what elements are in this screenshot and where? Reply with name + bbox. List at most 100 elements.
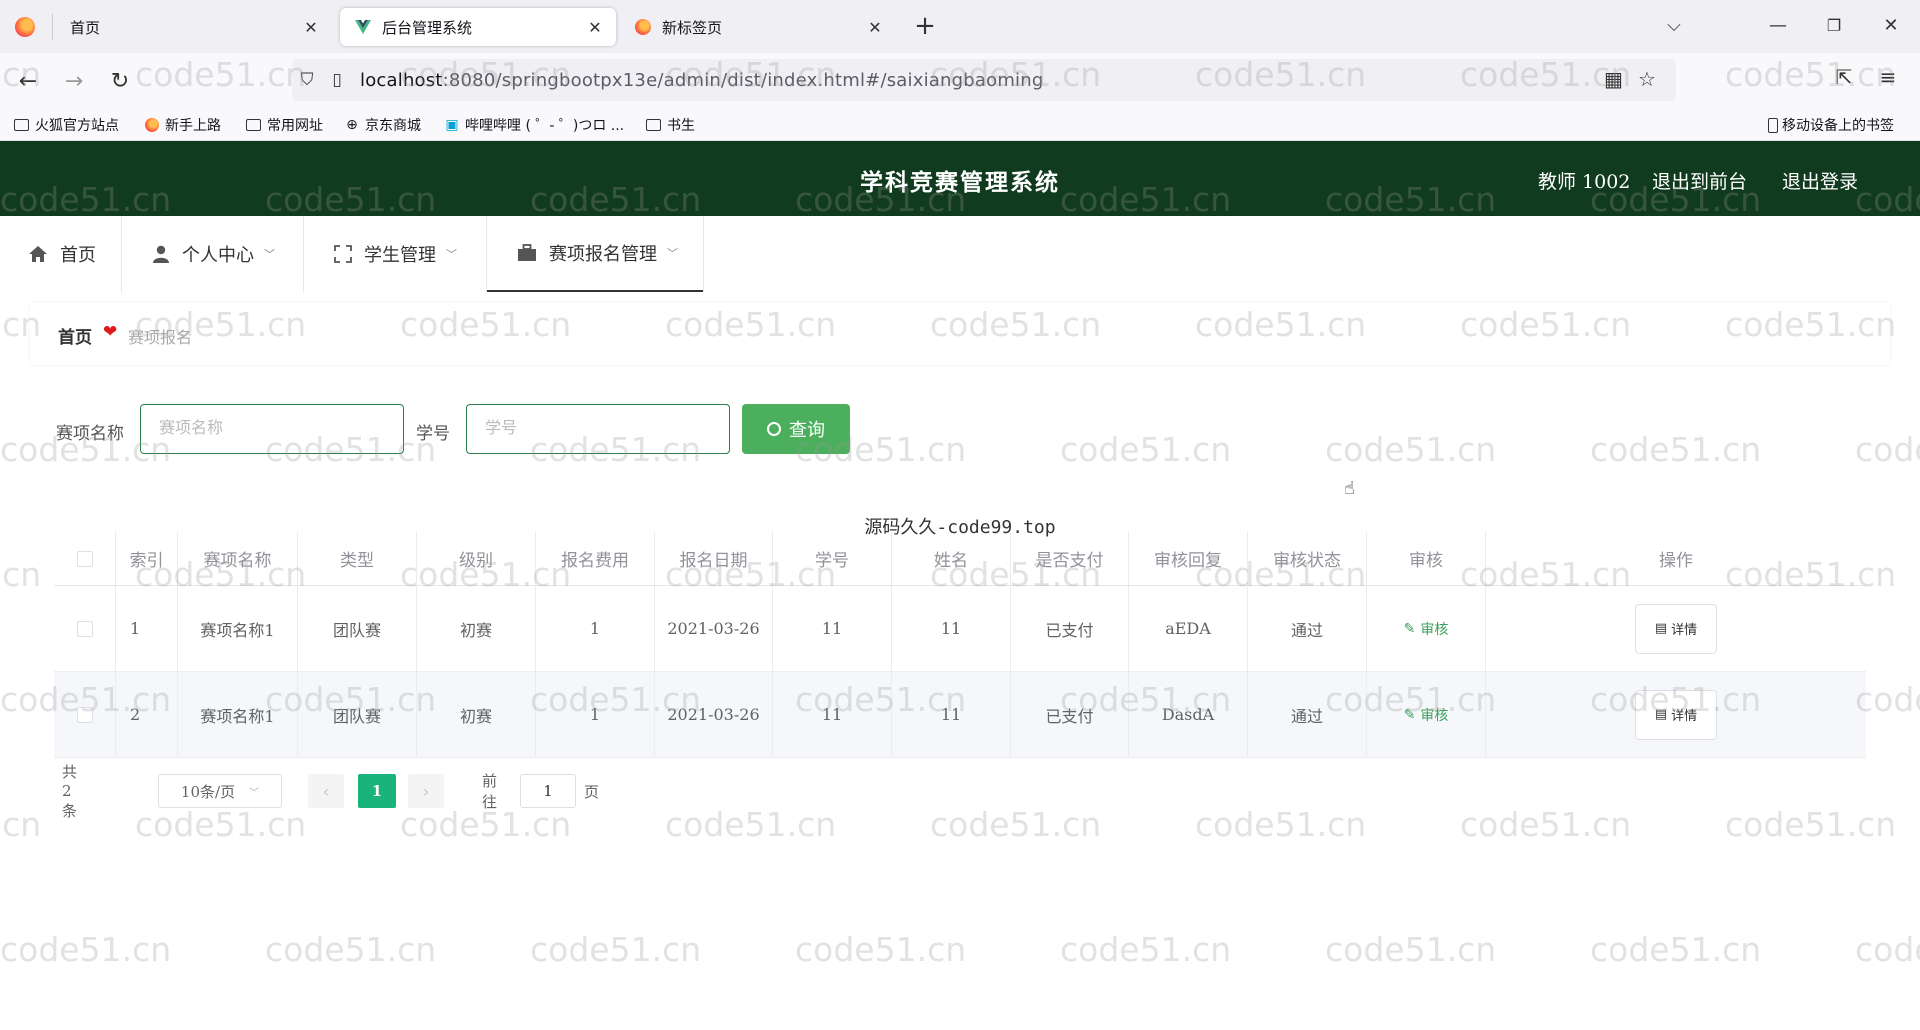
bookmark-star-icon[interactable]: ☆ bbox=[1638, 67, 1656, 91]
tab-new[interactable]: 新标签页 ✕ bbox=[620, 8, 896, 46]
next-page-button[interactable]: › bbox=[408, 774, 444, 808]
restore-icon[interactable]: ❐ bbox=[1819, 12, 1849, 40]
qr-code-icon[interactable]: ▦ bbox=[1604, 67, 1623, 91]
registration-table: 索引 赛项名称 类型 级别 报名费用 报名日期 学号 姓名 是否支付 审核回复 … bbox=[54, 532, 1866, 758]
cell-date: 2021-03-26 bbox=[655, 586, 773, 671]
prev-page-button[interactable]: ‹ bbox=[308, 774, 344, 808]
page-number-current[interactable]: 1 bbox=[358, 774, 396, 808]
main-card: 赛项名称 赛项名称 学号 学号 查询 源码久久-code99.top 索引 赛项… bbox=[30, 380, 1890, 840]
chevron-down-icon: ﹀ bbox=[264, 248, 275, 261]
goto-page-input[interactable]: 1 bbox=[520, 774, 576, 808]
mobile-icon bbox=[1768, 117, 1778, 133]
tab-home[interactable]: 首页 ✕ bbox=[56, 8, 332, 46]
frame-icon bbox=[334, 245, 352, 263]
edit-icon: ✎ bbox=[1403, 620, 1416, 637]
cell-type: 团队赛 bbox=[298, 586, 417, 671]
current-user: 教师 1002 bbox=[1538, 171, 1631, 193]
select-all-checkbox[interactable] bbox=[76, 550, 93, 567]
detail-button[interactable]: ▤ 详情 bbox=[1635, 603, 1717, 654]
column-header[interactable]: 审核状态 bbox=[1248, 532, 1367, 585]
home-icon bbox=[28, 245, 48, 263]
list-tabs-icon[interactable]: ⌵ bbox=[1659, 12, 1689, 40]
column-header[interactable]: 学号 bbox=[773, 532, 892, 585]
watermark-text: code51.cn bbox=[1590, 930, 1762, 969]
column-header[interactable]: 赛项名称 bbox=[178, 532, 298, 585]
heart-icon: ❤ bbox=[103, 322, 118, 342]
search-button[interactable]: 查询 bbox=[742, 404, 850, 454]
column-header[interactable]: 索引 bbox=[116, 532, 178, 585]
hand-cursor-icon: ☝ bbox=[1344, 478, 1355, 499]
column-header[interactable]: 是否支付 bbox=[1011, 532, 1129, 585]
globe-icon: ⊕ bbox=[346, 117, 358, 133]
bookmark-item[interactable]: 火狐官方站点 bbox=[14, 115, 119, 135]
bookmarks-bar: 火狐官方站点 新手上路 常用网址 ⊕ 京东商城 ▣ 哔哩哔哩 ( ゜- ゜)つロ .… bbox=[0, 109, 1920, 141]
watermark-text: code51.cn bbox=[1325, 930, 1497, 969]
tab-admin[interactable]: 后台管理系统 ✕ bbox=[340, 8, 616, 46]
cell-event-name: 赛项名称1 bbox=[178, 586, 298, 671]
url-bar[interactable]: ⛉ ▯ localhost:8080/springbootpx13e/admin… bbox=[292, 59, 1676, 101]
column-header[interactable]: 类型 bbox=[298, 532, 417, 585]
cell-fee: 1 bbox=[536, 586, 655, 671]
column-header[interactable]: 报名费用 bbox=[536, 532, 655, 585]
cell-level: 初赛 bbox=[417, 586, 536, 671]
bookmark-item[interactable]: ⊕ 京东商城 bbox=[344, 115, 421, 135]
column-header[interactable]: 审核回复 bbox=[1129, 532, 1248, 585]
bookmark-item[interactable]: 常用网址 bbox=[246, 115, 323, 135]
menu-item-home[interactable]: 首页 bbox=[28, 216, 96, 292]
url-text[interactable]: localhost:8080/springbootpx13e/admin/dis… bbox=[360, 70, 1044, 91]
close-icon[interactable]: ✕ bbox=[586, 18, 604, 37]
column-header[interactable]: 审核 bbox=[1367, 532, 1486, 585]
new-tab-button[interactable]: + bbox=[910, 12, 940, 40]
extensions-icon[interactable]: ⇱ bbox=[1828, 65, 1860, 89]
column-header[interactable]: 报名日期 bbox=[655, 532, 773, 585]
forward-icon[interactable]: → bbox=[58, 65, 90, 97]
cell-actions: ▤ 详情 bbox=[1486, 586, 1866, 671]
page-size-select[interactable]: 10条/页 ﹀ bbox=[158, 774, 282, 808]
row-select-cell bbox=[54, 672, 116, 757]
row-checkbox[interactable] bbox=[76, 706, 93, 723]
column-header[interactable]: 级别 bbox=[417, 532, 536, 585]
bookmark-item[interactable]: 书生 bbox=[646, 115, 695, 135]
audit-link[interactable]: ✎ 审核 bbox=[1404, 705, 1449, 725]
edit-icon: ✎ bbox=[1403, 706, 1416, 723]
audit-link[interactable]: ✎ 审核 bbox=[1404, 619, 1449, 639]
search-icon bbox=[767, 422, 781, 436]
firefox-menu-button[interactable] bbox=[0, 0, 50, 53]
mobile-bookmarks[interactable]: 移动设备上的书签 bbox=[1768, 115, 1894, 135]
close-icon[interactable]: ✕ bbox=[302, 18, 320, 37]
watermark-text: code51.cn bbox=[0, 930, 172, 969]
cell-event-name: 赛项名称1 bbox=[178, 672, 298, 757]
cell-student-name: 11 bbox=[892, 586, 1011, 671]
app-header: 学科竞赛管理系统 教师 1002 退出到前台 退出登录 bbox=[0, 141, 1920, 216]
id-search-input[interactable]: 学号 bbox=[466, 404, 730, 454]
cell-student-name: 11 bbox=[892, 672, 1011, 757]
main-menu: 首页 个人中心 ﹀ 学生管理 ﹀ 赛项报名管理 ﹀ bbox=[0, 216, 1920, 292]
row-checkbox[interactable] bbox=[76, 620, 93, 637]
menu-item-students[interactable]: 学生管理 ﹀ bbox=[334, 216, 457, 292]
column-header[interactable]: 姓名 bbox=[892, 532, 1011, 585]
detail-button[interactable]: ▤ 详情 bbox=[1635, 689, 1717, 740]
menu-item-registration[interactable]: 赛项报名管理 ﹀ bbox=[487, 216, 703, 292]
breadcrumb-home[interactable]: 首页 bbox=[58, 323, 92, 348]
reload-icon[interactable]: ↻ bbox=[104, 65, 136, 97]
close-icon[interactable]: ✕ bbox=[866, 18, 884, 37]
cell-audit: ✎ 审核 bbox=[1367, 672, 1486, 757]
logout-link[interactable]: 退出登录 bbox=[1782, 167, 1858, 194]
window-close-icon[interactable]: ✕ bbox=[1876, 12, 1906, 40]
menu-item-profile[interactable]: 个人中心 ﹀ bbox=[152, 216, 275, 292]
tab-title: 新标签页 bbox=[662, 18, 723, 37]
watermark-text: code51.cn bbox=[265, 930, 437, 969]
app-menu-icon[interactable]: ≡ bbox=[1872, 65, 1904, 89]
bookmark-item[interactable]: ▣ 哔哩哔哩 ( ゜- ゜)つロ ... bbox=[444, 115, 624, 135]
name-filter-label: 赛项名称 bbox=[56, 424, 124, 444]
name-search-input[interactable]: 赛项名称 bbox=[140, 404, 404, 454]
firefox-icon bbox=[15, 16, 35, 37]
shield-icon[interactable]: ⛉ bbox=[292, 65, 322, 95]
back-icon[interactable]: ← bbox=[12, 65, 44, 97]
back-to-front-link[interactable]: 退出到前台 bbox=[1652, 167, 1747, 194]
column-header[interactable]: 操作 bbox=[1486, 532, 1866, 585]
minimize-icon[interactable]: — bbox=[1763, 12, 1793, 40]
cell-student-id: 11 bbox=[773, 586, 892, 671]
briefcase-icon bbox=[517, 244, 537, 262]
bookmark-item[interactable]: 新手上路 bbox=[144, 115, 221, 135]
